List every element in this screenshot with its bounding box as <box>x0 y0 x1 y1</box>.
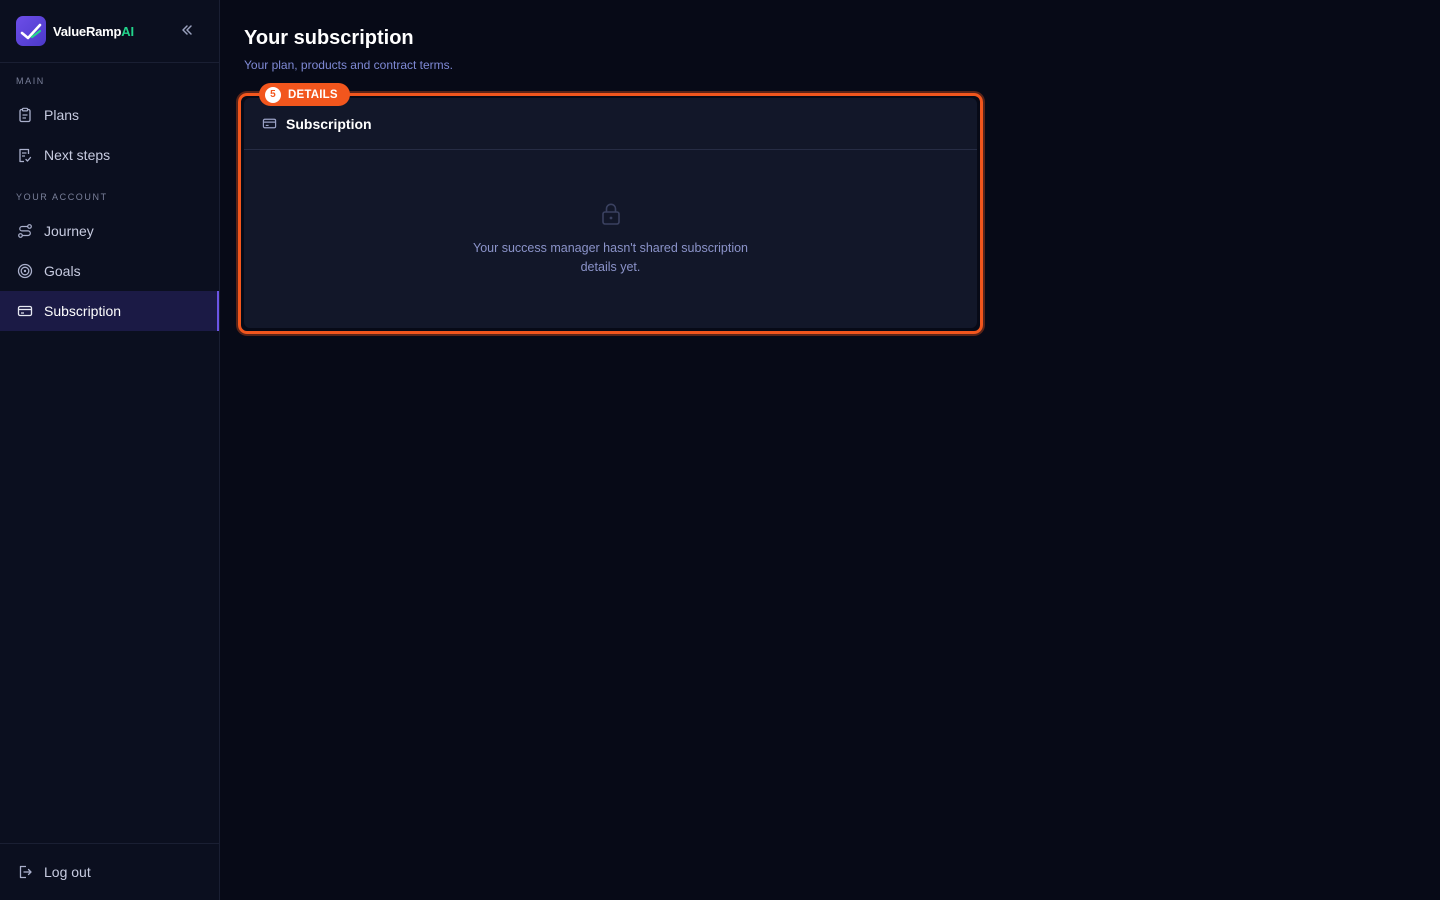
clipboard-icon <box>16 106 34 124</box>
route-icon <box>16 222 34 240</box>
credit-card-icon <box>16 302 34 320</box>
logo-icon[interactable] <box>16 16 46 46</box>
sidebar-item-subscription[interactable]: Subscription <box>0 291 219 331</box>
section-label-main: MAIN <box>16 76 45 86</box>
page-subtitle: Your plan, products and contract terms. <box>244 58 454 72</box>
page-title: Your subscription <box>244 27 414 49</box>
card-header: Subscription <box>244 98 977 150</box>
sidebar-item-label: Goals <box>44 263 81 279</box>
sidebar-footer: Log out <box>0 843 219 900</box>
sidebar-item-label: Journey <box>44 223 94 239</box>
logout-label: Log out <box>44 864 91 880</box>
subscription-card: Subscription Your success manager hasn't… <box>244 98 977 328</box>
sidebar-item-next-steps[interactable]: Next steps <box>0 135 219 175</box>
logout-icon <box>16 863 34 881</box>
credit-card-icon <box>262 116 277 131</box>
sidebar-item-label: Next steps <box>44 147 111 163</box>
sidebar-item-label: Plans <box>44 107 80 123</box>
brand-name-suffix: AI <box>121 23 134 39</box>
logout-button[interactable]: Log out <box>0 852 219 892</box>
target-icon <box>16 262 34 280</box>
brand-header: ValueRampAI <box>0 0 219 63</box>
lock-icon <box>600 202 622 231</box>
empty-state: Your success manager hasn't shared subsc… <box>244 202 977 277</box>
section-label-your-account: YOUR ACCOUNT <box>16 192 108 202</box>
card-title: Subscription <box>286 115 372 132</box>
sidebar-item-plans[interactable]: Plans <box>0 95 219 135</box>
chevrons-left-icon <box>182 25 192 35</box>
sidebar-item-label: Subscription <box>44 303 122 319</box>
annotation-number: 5 <box>265 86 281 103</box>
brand-name-main: ValueRamp <box>53 23 122 39</box>
sidebar: ValueRampAI MAIN Plans Next steps YOUR A… <box>0 0 220 900</box>
sidebar-item-goals[interactable]: Goals <box>0 251 219 291</box>
annotation-label: DETAILS <box>288 88 338 101</box>
brand-name: ValueRampAI <box>53 24 134 39</box>
sidebar-item-journey[interactable]: Journey <box>0 211 219 251</box>
annotation-tag: 5 DETAILS <box>259 83 350 106</box>
empty-state-message: Your success manager hasn't shared subsc… <box>473 241 748 274</box>
collapse-sidebar-button[interactable] <box>179 22 195 38</box>
checklist-icon <box>16 146 34 164</box>
main-content: Your subscription Your plan, products an… <box>220 0 1440 900</box>
